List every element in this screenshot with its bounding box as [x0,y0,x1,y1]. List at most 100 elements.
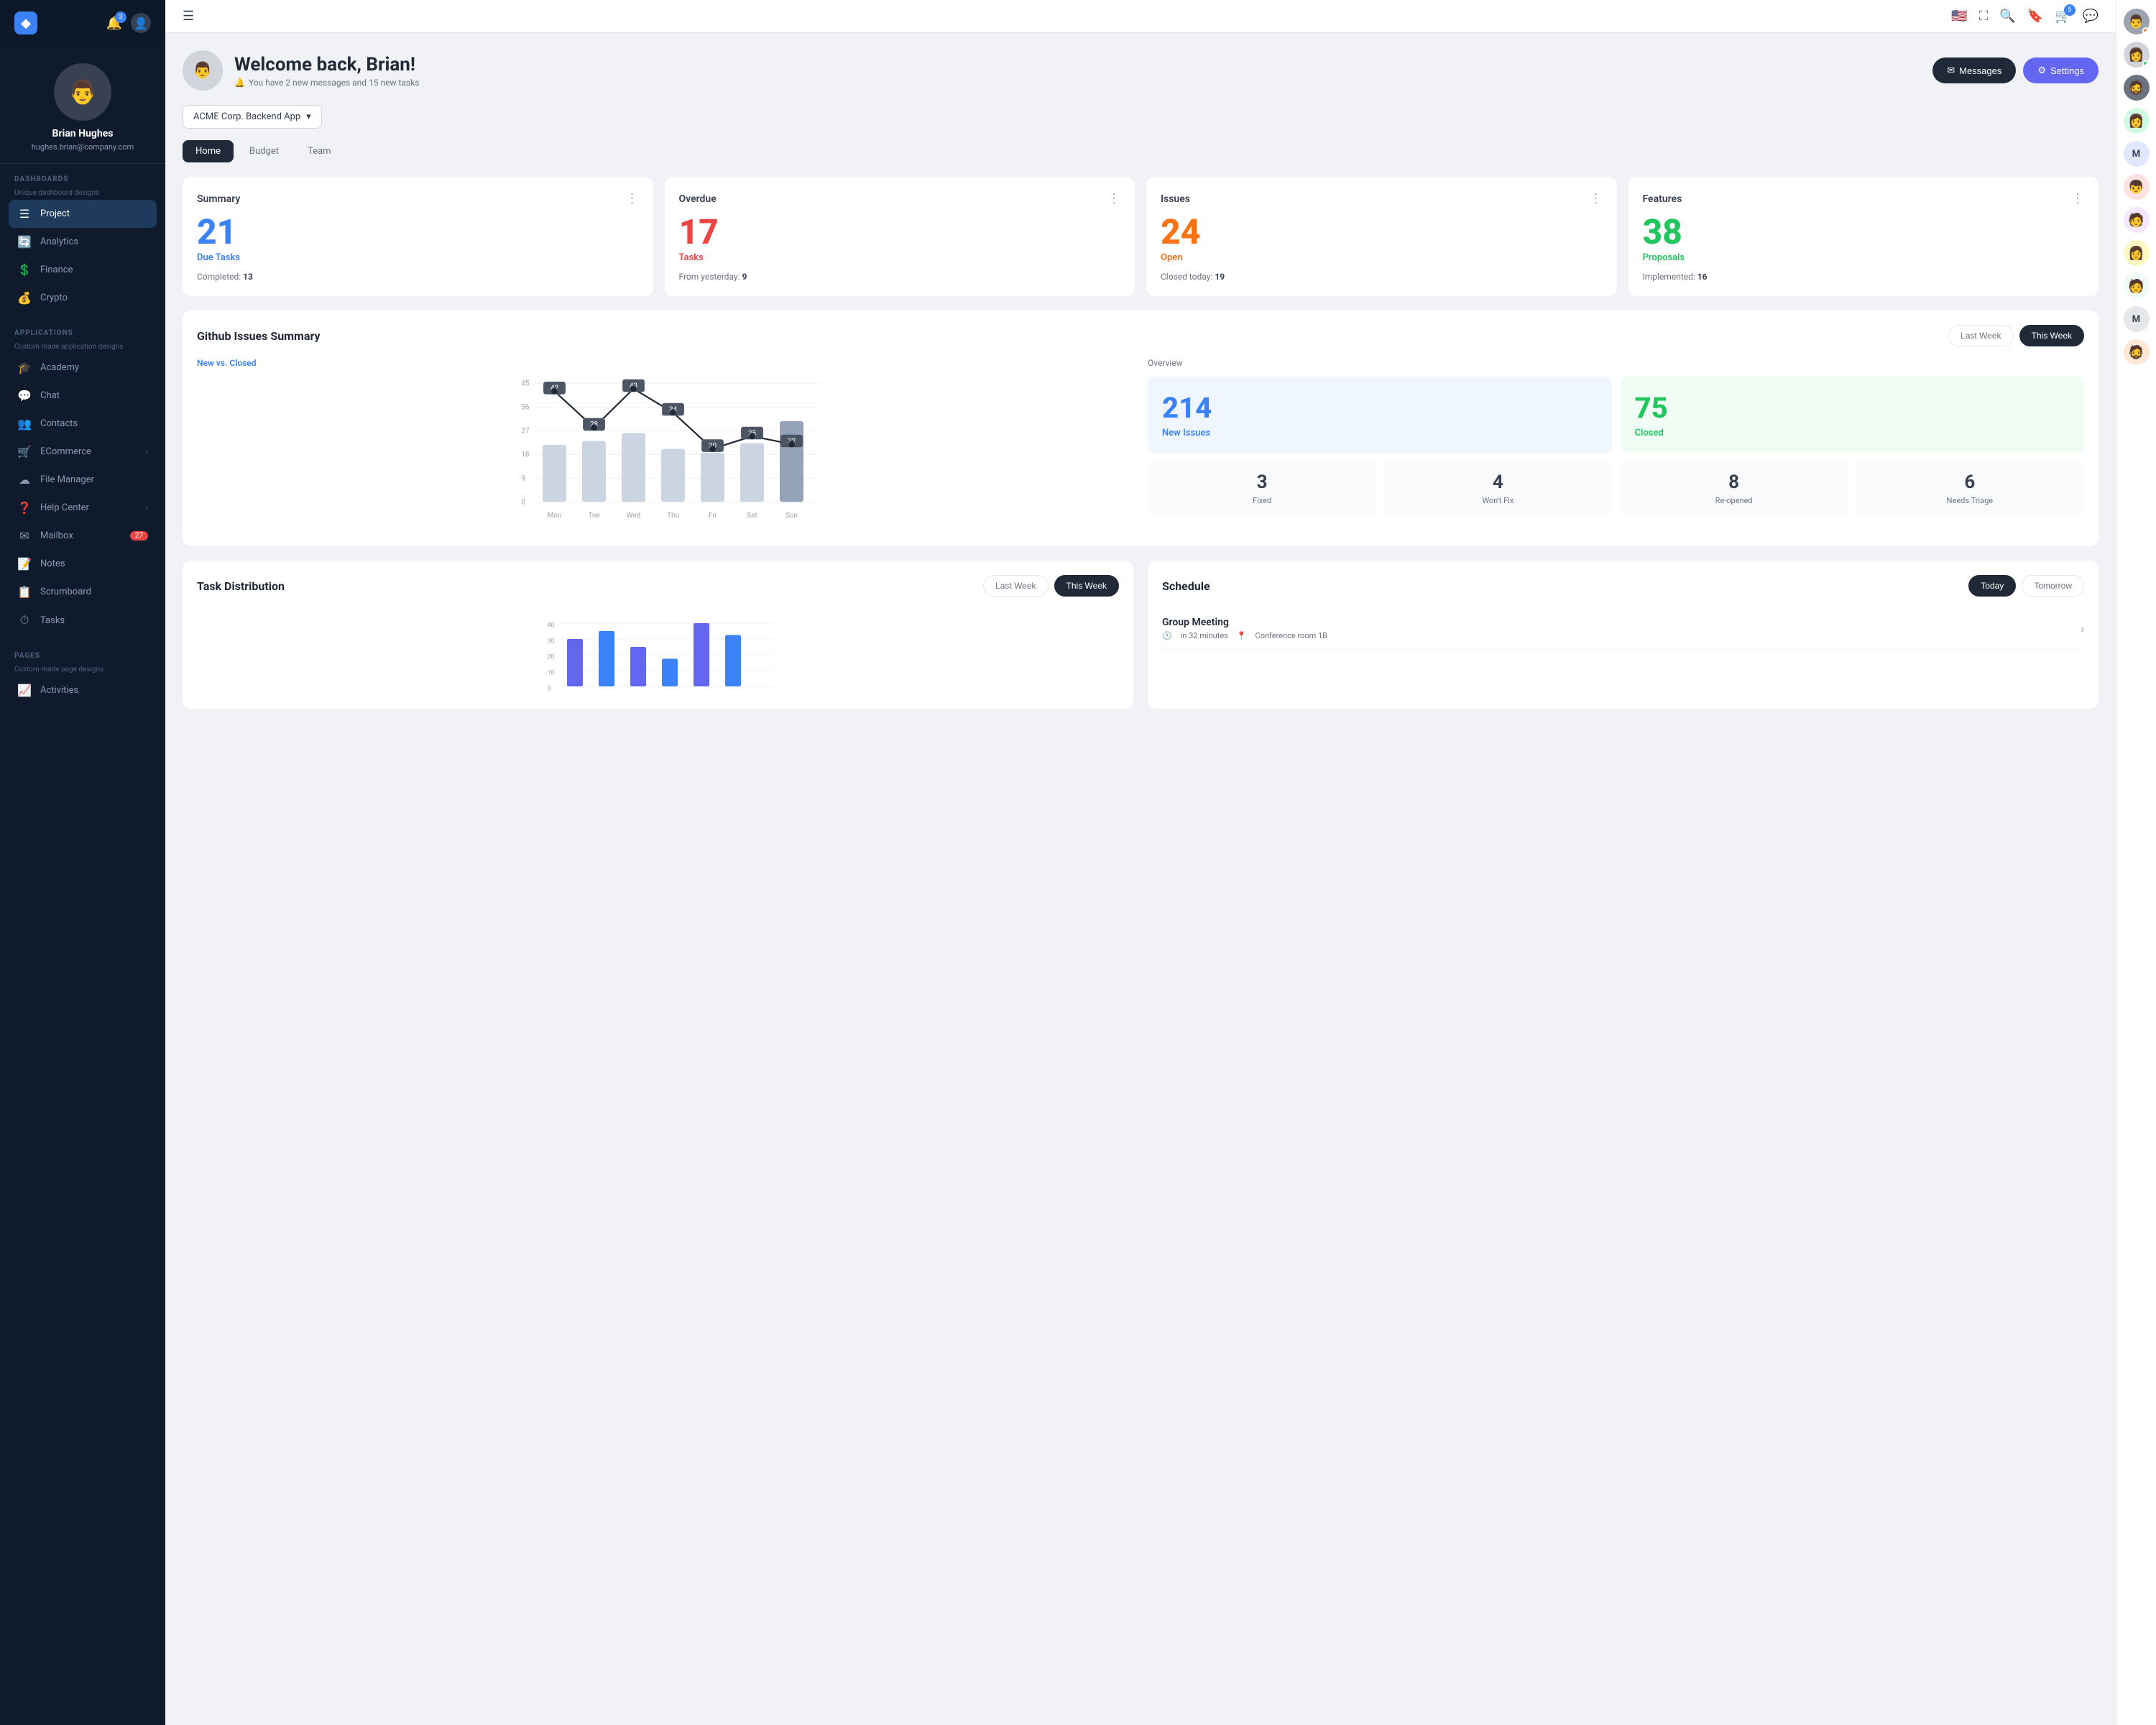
svg-text:Tue: Tue [588,512,599,520]
svg-text:10: 10 [548,670,555,677]
tasks-icon: ⏱ [17,613,32,627]
rp-avatar[interactable]: 🧑 [2124,207,2150,233]
project-selector[interactable]: ACME Corp. Backend App ▾ [183,105,322,129]
fixed-number: 3 [1158,472,1366,493]
rp-avatar[interactable]: M [2124,141,2150,167]
new-issues-label: New Issues [1162,428,1598,438]
github-header: Github Issues Summary Last Week This Wee… [197,325,2084,346]
file-icon: ☁ [17,473,32,487]
github-title: Github Issues Summary [197,329,321,343]
chevron-right-icon: › [146,447,148,456]
rp-avatar[interactable]: 🧔 [2124,339,2150,365]
scrum-icon: 📋 [17,585,32,599]
today-button[interactable]: Today [1968,575,2016,597]
card-sub: From yesterday: 9 [679,272,1121,282]
menu-toggle[interactable]: ☰ [183,9,194,24]
sidebar-item-mailbox[interactable]: ✉ Mailbox 27 [9,522,157,550]
svg-text:45: 45 [521,380,530,388]
task-last-week-button[interactable]: Last Week [983,575,1048,597]
flag-icon[interactable]: 🇺🇸 [1951,9,1967,24]
sidebar-item-project[interactable]: ☰ Project [9,200,157,228]
sidebar-item-finance[interactable]: 💲 Finance [9,256,157,284]
rp-avatar[interactable]: 👩 [2124,42,2150,68]
tab-budget[interactable]: Budget [236,140,292,162]
features-card: Features ⋮ 38 Proposals Implemented: 16 [1628,177,2099,296]
card-title: Overdue [679,193,717,205]
svg-text:40: 40 [548,622,555,630]
project-icon: ☰ [17,207,32,221]
card-sub: Completed: 13 [197,272,639,282]
wont-fix-number: 4 [1393,472,1602,493]
sidebar-item-chat[interactable]: 💬 Chat [9,382,157,410]
card-menu[interactable]: ⋮ [1107,191,1120,206]
settings-button[interactable]: ⚙ Settings [2023,58,2099,83]
this-week-button[interactable]: This Week [2019,325,2084,346]
rp-avatar[interactable]: 👦 [2124,174,2150,200]
dashboards-section: DASHBOARDS Unique dashboard designs [0,164,165,200]
rp-avatar[interactable]: M [2124,306,2150,332]
new-issues-card: 214 New Issues [1148,377,1612,453]
notification-bell[interactable]: 🔔 3 [106,16,122,31]
fullscreen-icon[interactable]: ⛶ [1979,9,1989,24]
tomorrow-button[interactable]: Tomorrow [2022,575,2084,597]
mailbox-badge: 27 [130,531,148,540]
rp-avatar[interactable]: 👨 [2124,9,2150,34]
fixed-label: Fixed [1158,496,1366,505]
sidebar-item-crypto[interactable]: 💰 Crypto [9,284,157,312]
chevron-right-icon[interactable]: › [2081,622,2084,635]
notification-badge: 3 [115,12,126,23]
tab-home[interactable]: Home [183,140,234,162]
task-this-week-button[interactable]: This Week [1054,575,1119,597]
page-content: 👨 Welcome back, Brian! 🔔 You have 2 new … [165,33,2116,1725]
triage-number: 6 [1866,472,2074,493]
search-icon[interactable]: 🔍 [1999,9,2015,24]
header-avatar[interactable]: 👤 [131,13,151,33]
messages-icon[interactable]: 💬 [2083,9,2099,24]
welcome-actions: ✉ Messages ⚙ Settings [1932,58,2099,83]
chart-label: New vs. Closed [197,358,1133,368]
sidebar-item-file-manager[interactable]: ☁ File Manager [9,466,157,494]
tab-team[interactable]: Team [295,140,344,162]
cart-icon[interactable]: 🛒 5 [2055,9,2070,24]
rp-avatar[interactable]: 👩 [2124,108,2150,134]
location-icon: 📍 [1237,631,1247,640]
overview-top: 214 New Issues 75 Closed [1148,377,2084,453]
github-section: Github Issues Summary Last Week This Wee… [183,310,2099,546]
svg-text:Mon: Mon [548,512,562,520]
task-distribution-card: Task Distribution Last Week This Week 40… [183,561,1133,709]
svg-text:Fri: Fri [709,512,717,520]
crypto-icon: 💰 [17,291,32,305]
svg-text:27: 27 [521,428,530,436]
sidebar-item-help-center[interactable]: ❓ Help Center › [9,494,157,522]
reopened-label: Re-opened [1630,496,1838,505]
dashboards-subtitle: Unique dashboard designs [14,189,151,197]
card-title: Features [1643,193,1682,205]
fixed-card: 3 Fixed [1148,461,1376,515]
closed-card: 75 Closed [1621,377,2085,453]
sidebar-item-analytics[interactable]: 🔄 Analytics [9,228,157,256]
sidebar-item-notes[interactable]: 📝 Notes [9,550,157,578]
last-week-button[interactable]: Last Week [1948,325,2013,346]
sidebar-item-tasks[interactable]: ⏱ Tasks [9,606,157,635]
sidebar-item-activities[interactable]: 📈 Activities [9,676,157,704]
sidebar-item-contacts[interactable]: 👥 Contacts [9,410,157,438]
topbar-right: 🇺🇸 ⛶ 🔍 🔖 🛒 5 💬 [1951,9,2099,24]
ecommerce-icon: 🛒 [17,445,32,459]
card-menu[interactable]: ⋮ [2071,191,2084,206]
rp-avatar[interactable]: 🧔 [2124,75,2150,101]
sidebar-item-ecommerce[interactable]: 🛒 ECommerce › [9,438,157,466]
rp-avatar[interactable]: 🧑 [2124,273,2150,299]
sidebar-item-label: File Manager [40,474,94,485]
rp-avatar[interactable]: 👩 [2124,240,2150,266]
sidebar-item-scrumboard[interactable]: 📋 Scrumboard [9,578,157,606]
overview-area: Overview 214 New Issues 75 Closed [1148,358,2084,532]
card-menu[interactable]: ⋮ [1590,191,1603,206]
app-logo[interactable]: ◆ [14,12,37,34]
bookmark-icon[interactable]: 🔖 [2027,9,2043,24]
card-menu[interactable]: ⋮ [626,191,639,206]
messages-button[interactable]: ✉ Messages [1932,58,2016,83]
avatar: 👨 [183,50,223,91]
sidebar-item-label: Chat [40,390,60,401]
dashboards-title: DASHBOARDS [14,175,151,183]
sidebar-item-academy[interactable]: 🎓 Academy [9,354,157,382]
